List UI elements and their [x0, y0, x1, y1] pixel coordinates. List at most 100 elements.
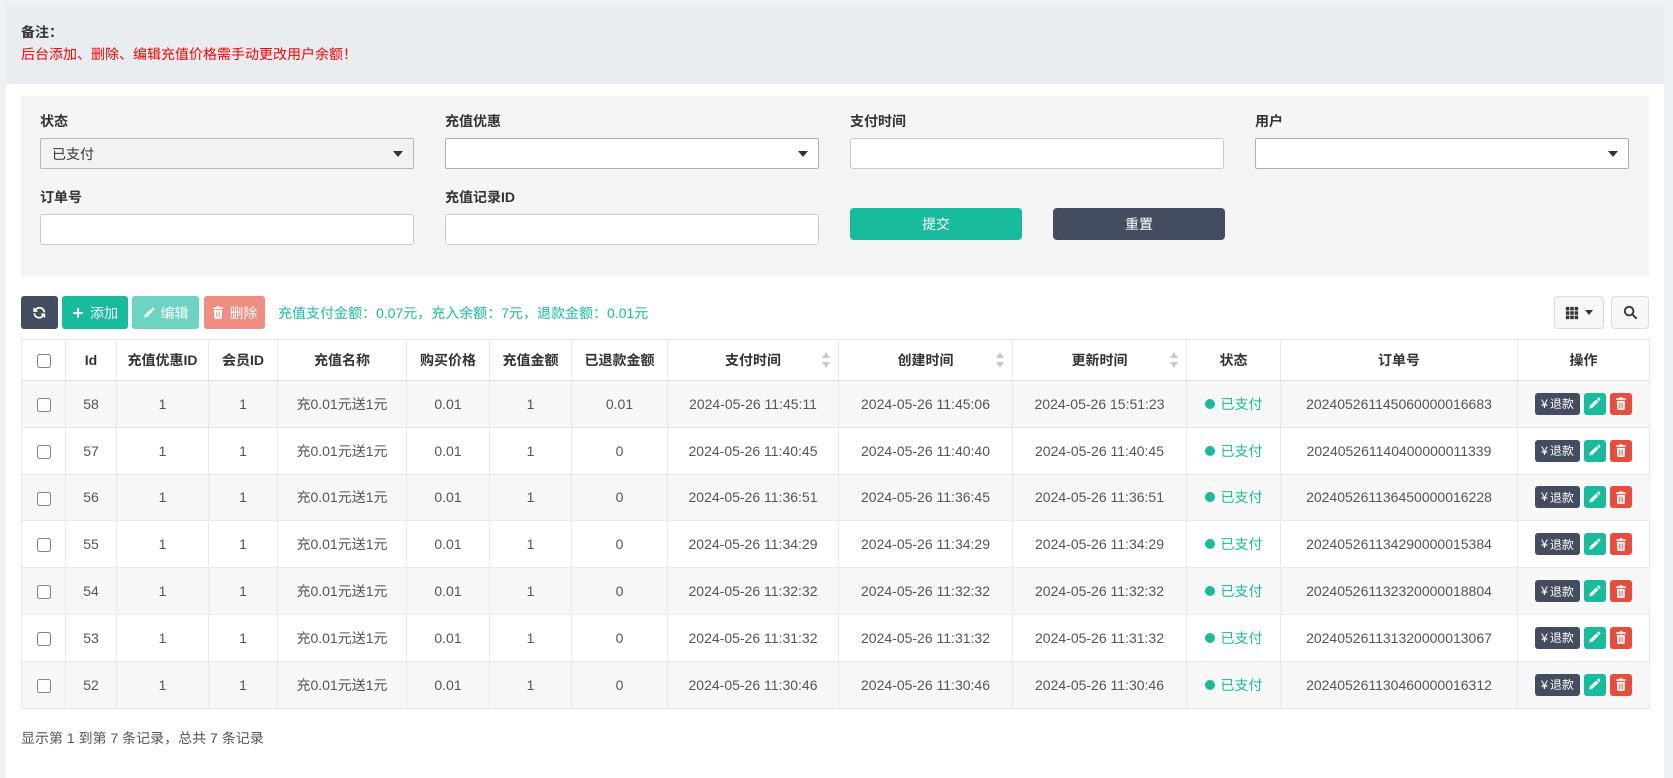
- row-delete-button[interactable]: [1610, 533, 1632, 555]
- column-header-6: 已退款金额: [572, 340, 668, 381]
- filter-field-discount: 充值优惠: [445, 113, 819, 169]
- refund-button[interactable]: ¥退款: [1535, 674, 1580, 696]
- cell-order-no: 202405261132320000018804: [1281, 568, 1518, 615]
- note-panel: 备注： 后台添加、删除、编辑充值价格需手动更改用户余额！: [6, 6, 1664, 84]
- column-header-7[interactable]: 支付时间: [668, 340, 839, 381]
- column-header-label: Id: [85, 352, 97, 368]
- cell-id: 57: [66, 427, 117, 474]
- edit-button[interactable]: 编辑: [132, 296, 199, 329]
- cell-pay-time: 2024-05-26 11:32:32: [668, 568, 839, 615]
- column-header-label: 创建时间: [898, 352, 954, 368]
- cell-create-time: 2024-05-26 11:45:06: [839, 381, 1013, 428]
- status-dot-icon: [1205, 539, 1215, 549]
- edit-button-label: 编辑: [161, 303, 189, 323]
- status-dot-icon: [1205, 492, 1215, 502]
- search-toggle-button[interactable]: [1611, 296, 1649, 329]
- refund-label: 退款: [1550, 629, 1574, 646]
- delete-button[interactable]: 删除: [204, 296, 265, 329]
- row-checkbox[interactable]: [37, 398, 51, 412]
- sort-both-icon[interactable]: [822, 352, 831, 368]
- row-delete-button[interactable]: [1610, 440, 1632, 462]
- yen-icon: ¥: [1541, 678, 1548, 692]
- pencil-icon: [1588, 491, 1601, 504]
- cell-name: 充0.01元送1元: [278, 381, 407, 428]
- table-body: 58 1 1 充0.01元送1元 0.01 1 0.01 2024-05-26 …: [22, 381, 1650, 709]
- row-delete-button[interactable]: [1610, 580, 1632, 602]
- cell-discount-id: 1: [117, 381, 209, 428]
- order-no-input[interactable]: [40, 214, 414, 245]
- cell-status: 已支付: [1187, 661, 1281, 708]
- discount-select[interactable]: [445, 138, 819, 169]
- row-edit-button[interactable]: [1584, 533, 1606, 555]
- user-select[interactable]: [1255, 138, 1629, 169]
- status-select[interactable]: 已支付: [40, 138, 414, 169]
- table-row: 53 1 1 充0.01元送1元 0.01 1 0 2024-05-26 11:…: [22, 614, 1650, 661]
- sort-both-icon[interactable]: [1170, 352, 1179, 368]
- row-edit-button[interactable]: [1584, 580, 1606, 602]
- column-header-9[interactable]: 更新时间: [1013, 340, 1187, 381]
- cell-id: 58: [66, 381, 117, 428]
- columns-dropdown-button[interactable]: [1554, 296, 1604, 329]
- trash-icon: [212, 306, 224, 319]
- cell-update-time: 2024-05-26 15:51:23: [1013, 381, 1187, 428]
- refund-label: 退款: [1550, 489, 1574, 506]
- cell-order-no: 202405261136450000016228: [1281, 474, 1518, 521]
- cell-id: 56: [66, 474, 117, 521]
- row-edit-button[interactable]: [1584, 440, 1606, 462]
- refund-label: 退款: [1550, 442, 1574, 459]
- refund-button[interactable]: ¥退款: [1535, 393, 1580, 415]
- column-header-4: 购买价格: [407, 340, 490, 381]
- pay-time-input[interactable]: [850, 138, 1224, 169]
- table-row: 55 1 1 充0.01元送1元 0.01 1 0 2024-05-26 11:…: [22, 521, 1650, 568]
- cell-refunded: 0.01: [572, 381, 668, 428]
- cell-name: 充0.01元送1元: [278, 568, 407, 615]
- cell-member-id: 1: [209, 614, 278, 661]
- add-button-label: 添加: [90, 303, 118, 323]
- refund-button[interactable]: ¥退款: [1535, 440, 1580, 462]
- column-header-label: 充值优惠ID: [128, 352, 198, 368]
- refund-button[interactable]: ¥退款: [1535, 486, 1580, 508]
- add-button[interactable]: 添加: [62, 296, 128, 329]
- reset-button[interactable]: 重置: [1053, 208, 1225, 240]
- row-checkbox[interactable]: [37, 445, 51, 459]
- row-delete-button[interactable]: [1610, 627, 1632, 649]
- refresh-button[interactable]: [21, 296, 58, 329]
- row-checkbox[interactable]: [37, 585, 51, 599]
- row-edit-button[interactable]: [1584, 627, 1606, 649]
- recharge-id-input[interactable]: [445, 214, 819, 245]
- row-edit-button[interactable]: [1584, 674, 1606, 696]
- cell-actions: ¥退款: [1518, 521, 1650, 568]
- sort-both-icon[interactable]: [996, 352, 1005, 368]
- row-edit-button[interactable]: [1584, 486, 1606, 508]
- row-checkbox[interactable]: [37, 538, 51, 552]
- row-checkbox[interactable]: [37, 679, 51, 693]
- cell-status: 已支付: [1187, 427, 1281, 474]
- filter-field-pay-time: 支付时间: [850, 113, 1224, 169]
- pencil-icon: [143, 307, 155, 319]
- cell-name: 充0.01元送1元: [278, 474, 407, 521]
- cell-order-no: 202405261145060000016683: [1281, 381, 1518, 428]
- cell-price: 0.01: [407, 614, 490, 661]
- pagination-info: 显示第 1 到第 7 条记录，总共 7 条记录: [21, 728, 1649, 748]
- row-delete-button[interactable]: [1610, 674, 1632, 696]
- cell-amount: 1: [490, 427, 572, 474]
- table-row: 57 1 1 充0.01元送1元 0.01 1 0 2024-05-26 11:…: [22, 427, 1650, 474]
- refund-button[interactable]: ¥退款: [1535, 533, 1580, 555]
- submit-button[interactable]: 提交: [850, 208, 1022, 240]
- records-table: Id 充值优惠ID 会员ID 充值名称 购买价格 充值金额 已退款金额 支付时间…: [21, 339, 1650, 709]
- refund-label: 退款: [1550, 536, 1574, 553]
- row-edit-button[interactable]: [1584, 393, 1606, 415]
- row-delete-button[interactable]: [1610, 393, 1632, 415]
- toolbar: 添加 编辑 删除 充值支付金额：0.07元，充入余额：7元，退款金额：0.01元: [21, 296, 1649, 329]
- cell-order-no: 202405261130460000016312: [1281, 661, 1518, 708]
- select-all-checkbox[interactable]: [37, 354, 51, 368]
- note-warning: 后台添加、删除、编辑充值价格需手动更改用户余额！: [21, 43, 1649, 65]
- refund-button[interactable]: ¥退款: [1535, 627, 1580, 649]
- status-label: 状态: [40, 113, 414, 130]
- refund-button[interactable]: ¥退款: [1535, 580, 1580, 602]
- column-header-8[interactable]: 创建时间: [839, 340, 1013, 381]
- row-delete-button[interactable]: [1610, 486, 1632, 508]
- trash-icon: [1615, 491, 1627, 504]
- row-checkbox[interactable]: [37, 632, 51, 646]
- row-checkbox[interactable]: [37, 492, 51, 506]
